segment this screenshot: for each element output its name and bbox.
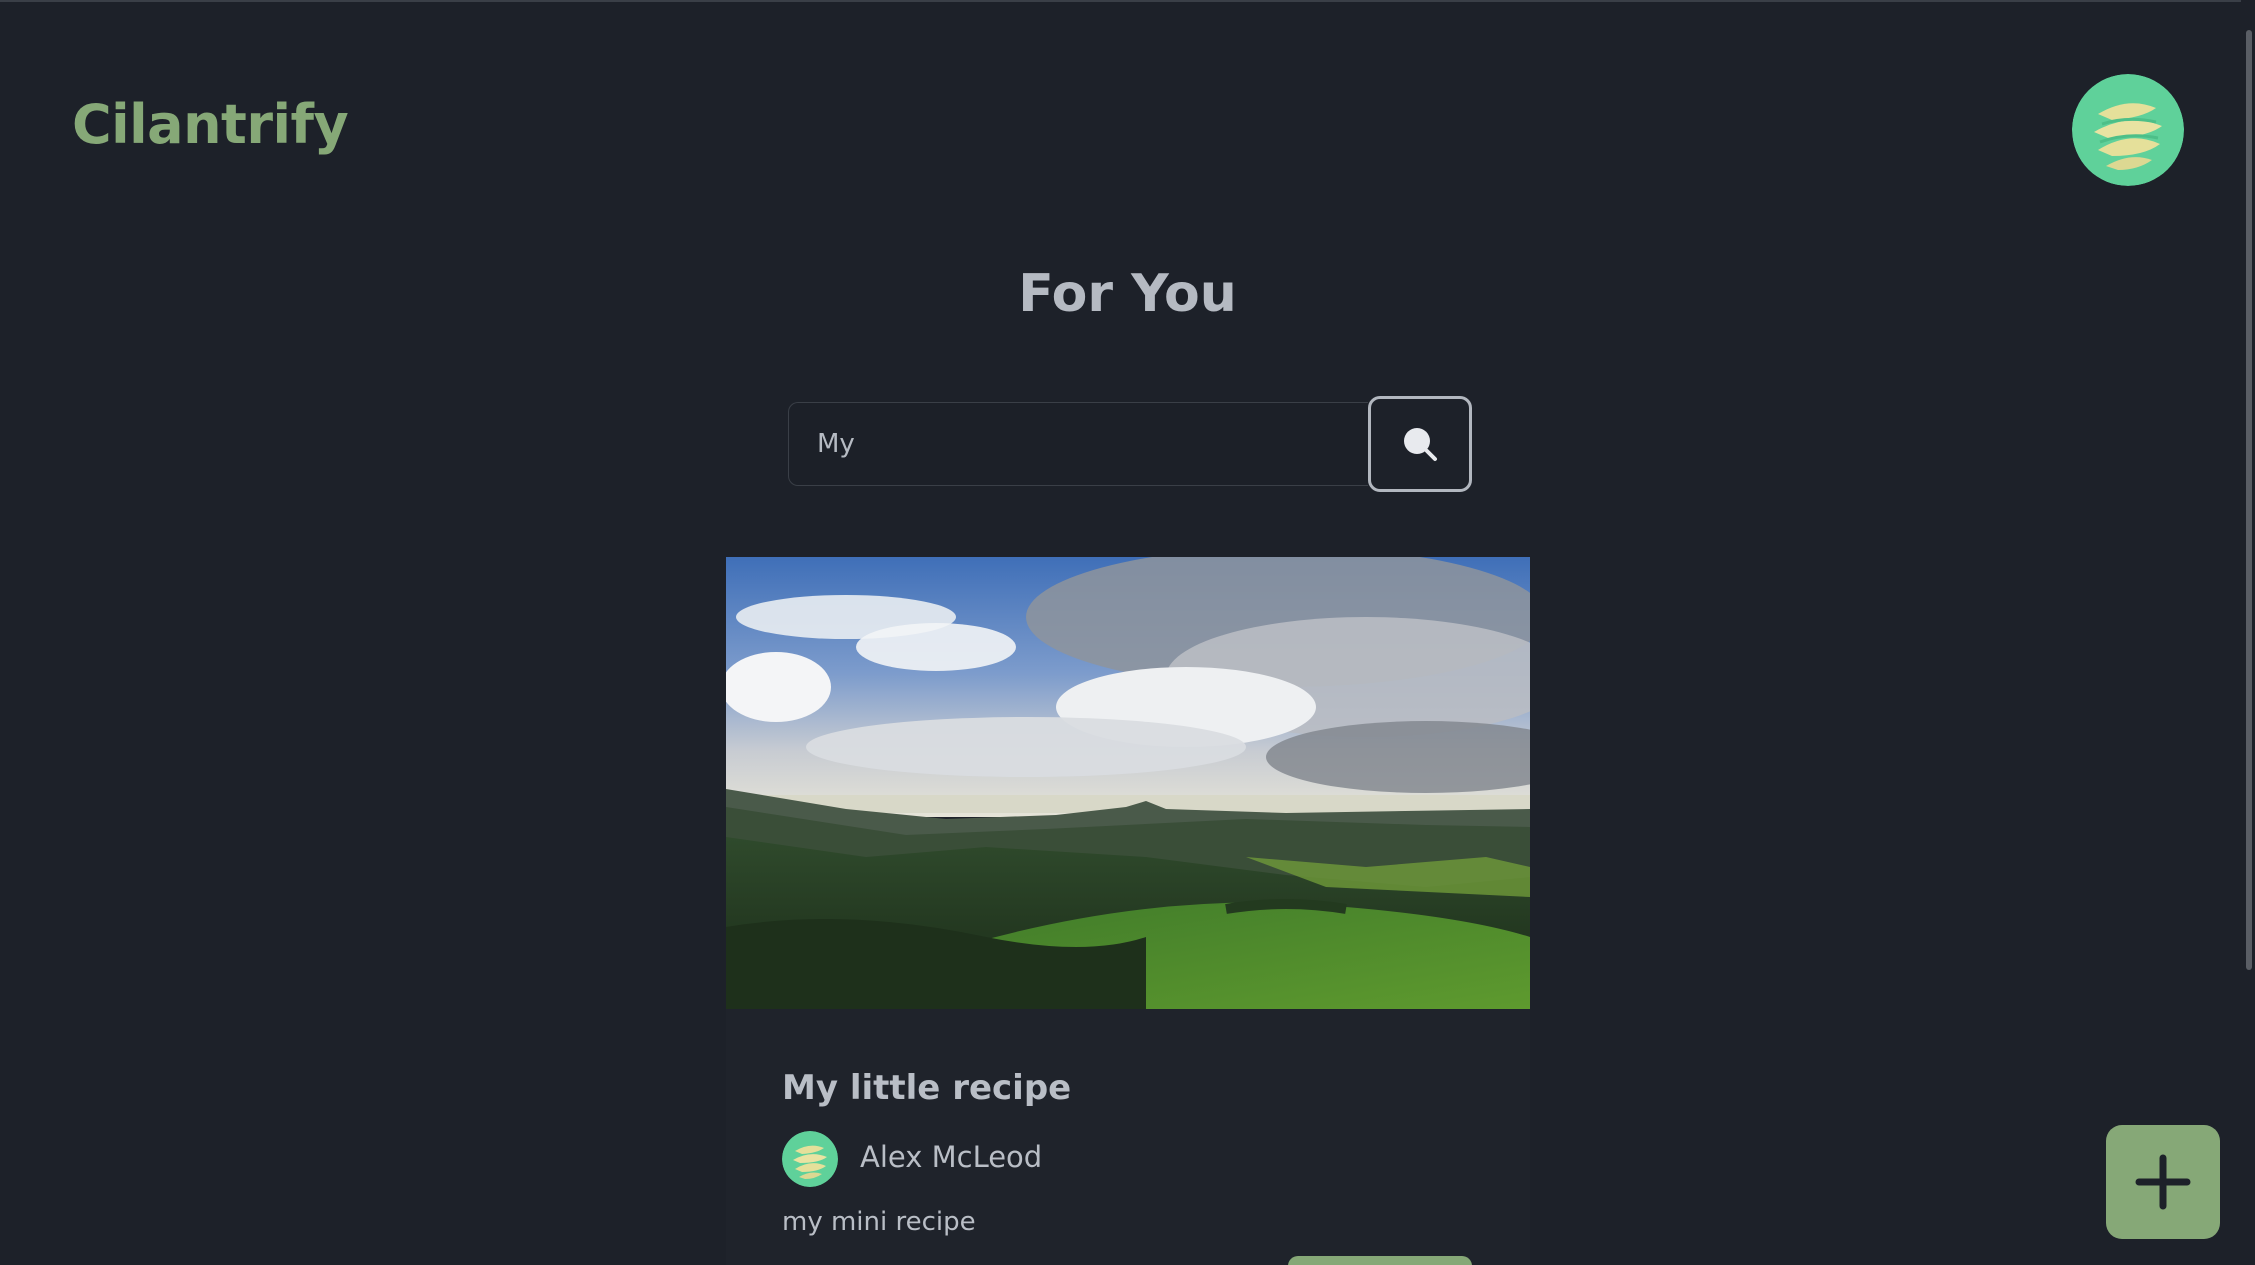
recipe-image[interactable] [726,557,1530,1009]
top-border [0,0,2255,2]
search-input[interactable] [788,402,1368,486]
page: Cilantrify For You My My little recipe A… [0,0,2255,1265]
avatar-icon [2072,74,2184,186]
app-logo[interactable]: Cilantrify [72,98,349,152]
scrollbar[interactable] [2241,0,2255,1265]
scrollbar-thumb[interactable] [2246,30,2252,970]
recipe-card[interactable]: My little recipe Alex McLeod my mini rec… [726,557,1530,1265]
search-bar [788,396,1472,492]
author-name[interactable]: Alex McLeod [860,1143,1042,1172]
recipe-title[interactable]: My little recipe [782,1071,1071,1105]
recipe-description: my mini recipe [782,1207,976,1237]
add-recipe-button[interactable] [2106,1125,2220,1239]
user-avatar[interactable] [2072,74,2184,186]
landscape-photo [726,557,1530,1009]
author-avatar[interactable] [782,1131,838,1187]
page-title: For You [1018,264,1237,324]
search-icon [1404,428,1437,461]
plus-icon [2135,1154,2191,1210]
recipe-action-button[interactable] [1288,1256,1472,1265]
author-avatar-icon [782,1131,838,1187]
search-button[interactable] [1368,396,1472,492]
